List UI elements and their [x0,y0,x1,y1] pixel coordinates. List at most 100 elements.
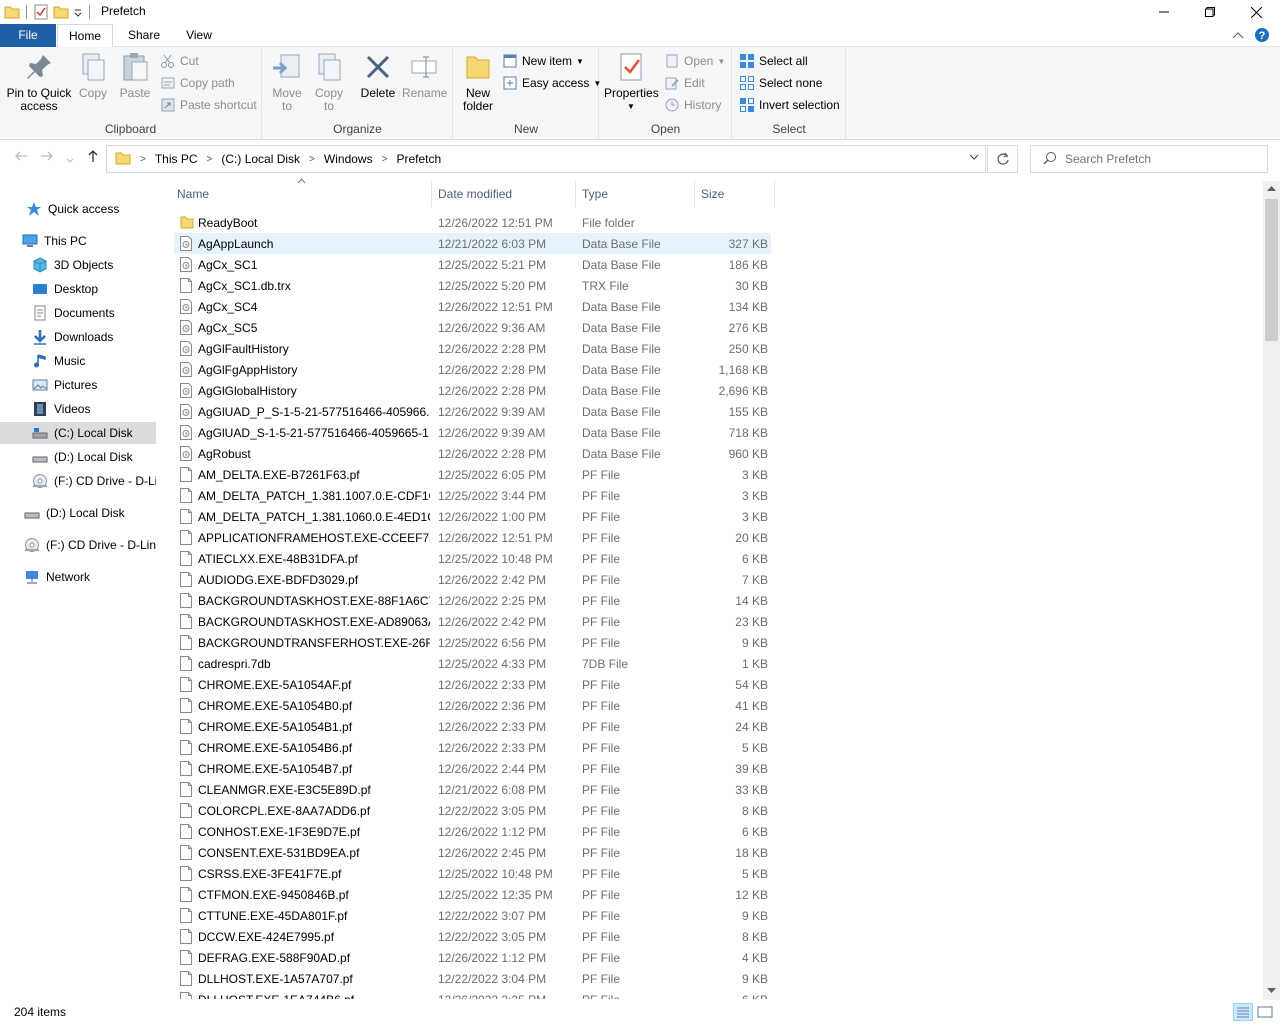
file-row[interactable]: BACKGROUNDTASKHOST.EXE-AD89063A.... 12/26… [174,611,771,632]
column-header-type[interactable]: Type [576,181,695,207]
nav-d-drive-root[interactable]: (D:) Local Disk [0,502,156,524]
search-box[interactable] [1030,145,1268,173]
refresh-button[interactable] [987,145,1018,173]
copy-button[interactable]: Copy [74,51,112,100]
nav-d-drive[interactable]: (D:) Local Disk [0,446,156,468]
help-icon[interactable]: ? [1254,27,1270,46]
recent-locations-chevron-icon[interactable] [66,152,74,168]
nav-f-drive[interactable]: (F:) CD Drive - D-Lir [0,470,156,492]
nav-this-pc[interactable]: This PC [0,230,156,252]
breadcrumb-c-drive[interactable]: (C:) Local Disk [221,152,300,166]
column-header-date[interactable]: Date modified [432,181,576,207]
file-row[interactable]: AUDIODG.EXE-BDFD3029.pf 12/26/2022 2:42 P… [174,569,771,590]
file-row[interactable]: AgGlFaultHistory 12/26/2022 2:28 PM Data B… [174,338,771,359]
properties-button[interactable]: Properties ▼ [604,51,659,113]
file-row[interactable]: AM_DELTA_PATCH_1.381.1007.0.E-CDF1C... 12… [174,485,771,506]
file-row[interactable]: BACKGROUNDTASKHOST.EXE-88F1A6C7.pf 12/26/… [174,590,771,611]
nav-c-drive[interactable]: (C:) Local Disk [0,422,156,444]
open-button[interactable]: Open ▼ [664,51,725,71]
file-row[interactable]: CHROME.EXE-5A1054B0.pf 12/26/2022 2:36 PM… [174,695,771,716]
new-folder-button[interactable]: New folder [460,51,496,113]
collapse-ribbon-icon[interactable] [1232,30,1244,44]
cut-button[interactable]: Cut [160,51,199,71]
file-row[interactable]: APPLICATIONFRAMEHOST.EXE-CCEEF75... 12/26… [174,527,771,548]
copy-path-button[interactable]: Copy path [160,73,235,93]
file-row[interactable]: DCCW.EXE-424E7995.pf 12/22/2022 3:05 PM PF… [174,926,771,947]
tab-file[interactable]: File [0,24,56,47]
file-row[interactable]: CONHOST.EXE-1F3E9D7E.pf 12/26/2022 1:12 P… [174,821,771,842]
new-item-button[interactable]: New item ▼ [502,51,584,71]
details-view-button[interactable] [1233,1003,1253,1021]
history-button[interactable]: History [664,95,721,115]
nav-pictures[interactable]: Pictures [0,374,156,396]
search-input[interactable] [1065,152,1255,166]
vertical-scrollbar[interactable] [1263,181,1280,1000]
column-header-name[interactable]: Name [171,181,432,207]
copy-to-button[interactable]: Copy to [311,51,347,113]
address-bar[interactable]: > This PC > (C:) Local Disk > Windows > … [106,145,986,173]
file-row[interactable]: CONSENT.EXE-531BD9EA.pf 12/26/2022 2:45 P… [174,842,771,863]
chevron-right-icon[interactable]: > [382,154,388,165]
file-row[interactable]: DLLHOST.EXE-1A57A707.pf 12/22/2022 3:04 P… [174,968,771,989]
file-row[interactable]: AgGlUAD_S-1-5-21-577516466-4059665-1... 1… [174,422,771,443]
breadcrumb-prefetch[interactable]: Prefetch [396,152,441,166]
file-row[interactable]: CHROME.EXE-5A1054B6.pf 12/26/2022 2:33 PM… [174,737,771,758]
file-row[interactable]: DLLHOST.EXE-1EA744B6.pf 12/26/2022 2:25 P… [174,989,771,999]
file-row[interactable]: AgCx_SC1.db.trx 12/25/2022 5:20 PM TRX Fil… [174,275,771,296]
file-row[interactable]: CHROME.EXE-5A1054AF.pf 12/26/2022 2:33 PM… [174,674,771,695]
paste-button[interactable]: Paste [116,51,154,100]
file-row[interactable]: CSRSS.EXE-3FE41F7E.pf 12/25/2022 10:48 PM… [174,863,771,884]
file-row[interactable]: BACKGROUNDTRANSFERHOST.EXE-26FD... 12/25/… [174,632,771,653]
move-to-button[interactable]: Move to [269,51,305,113]
column-header-size[interactable]: Size [695,181,775,207]
file-row[interactable]: CTTUNE.EXE-45DA801F.pf 12/22/2022 3:07 PM… [174,905,771,926]
file-row[interactable]: COLORCPL.EXE-8AA7ADD6.pf 12/22/2022 3:05 … [174,800,771,821]
file-row[interactable]: AgGlUAD_P_S-1-5-21-577516466-405966... 12… [174,401,771,422]
easy-access-button[interactable]: Easy access ▼ [502,73,601,93]
file-row[interactable]: AgCx_SC5 12/26/2022 9:36 AM Data Base File… [174,317,771,338]
file-row[interactable]: ATIECLXX.EXE-48B31DFA.pf 12/25/2022 10:48… [174,548,771,569]
file-row[interactable]: cadrespri.7db 12/25/2022 4:33 PM 7DB File 1… [174,653,771,674]
nav-f-drive-root[interactable]: (F:) CD Drive - D-Link [0,534,156,556]
scrollbar-thumb[interactable] [1265,199,1278,341]
file-row[interactable]: AgCx_SC1 12/25/2022 5:21 PM Data Base File… [174,254,771,275]
file-row[interactable]: AgCx_SC4 12/26/2022 12:51 PM Data Base Fil… [174,296,771,317]
file-row[interactable]: CTFMON.EXE-9450846B.pf 12/25/2022 12:35 P… [174,884,771,905]
tab-view[interactable]: View [176,24,222,47]
customize-qat-chevron-icon[interactable] [73,4,83,20]
file-row[interactable]: CLEANMGR.EXE-E3C5E89D.pf 12/21/2022 6:08 … [174,779,771,800]
up-arrow-icon[interactable] [86,149,100,166]
delete-button[interactable]: Delete [359,51,397,100]
rename-button[interactable]: Rename [402,51,447,100]
tab-home[interactable]: Home [57,24,113,48]
select-all-button[interactable]: Select all [739,51,808,71]
paste-shortcut-button[interactable]: Paste shortcut [160,95,257,115]
nav-music[interactable]: Music [0,350,156,372]
nav-documents[interactable]: Documents [0,302,156,324]
scroll-up-arrow-icon[interactable] [1263,181,1280,198]
file-row[interactable]: AgGlFgAppHistory 12/26/2022 2:28 PM Data B… [174,359,771,380]
file-row[interactable]: AM_DELTA.EXE-B7261F63.pf 12/25/2022 6:05 … [174,464,771,485]
close-button[interactable] [1233,0,1279,24]
nav-videos[interactable]: Videos [0,398,156,420]
back-arrow-icon[interactable] [14,149,28,166]
file-row[interactable]: AgRobust 12/26/2022 2:28 PM Data Base File… [174,443,771,464]
breadcrumb-this-pc[interactable]: This PC [155,152,198,166]
chevron-right-icon[interactable]: > [207,154,213,165]
nav-network[interactable]: Network [0,566,156,588]
minimize-button[interactable] [1141,0,1187,24]
file-row[interactable]: DEFRAG.EXE-588F90AD.pf 12/26/2022 1:12 PM… [174,947,771,968]
file-row[interactable]: AgGlGlobalHistory 12/26/2022 2:28 PM Data … [174,380,771,401]
chevron-right-icon[interactable]: > [140,154,146,165]
new-folder-qat-icon[interactable] [53,4,69,20]
file-row[interactable]: ReadyBoot 12/26/2022 12:51 PM File folder [174,212,771,233]
file-row[interactable]: AgAppLaunch 12/21/2022 6:03 PM Data Base F… [174,233,771,254]
chevron-right-icon[interactable]: > [309,154,315,165]
tab-share[interactable]: Share [118,24,170,47]
file-row[interactable]: AM_DELTA_PATCH_1.381.1060.0.E-4ED1C... 12… [174,506,771,527]
scroll-down-arrow-icon[interactable] [1263,983,1280,1000]
large-icons-view-button[interactable] [1255,1003,1275,1021]
nav-quick-access[interactable]: Quick access [0,198,156,220]
nav-downloads[interactable]: Downloads [0,326,156,348]
breadcrumb-windows[interactable]: Windows [324,152,373,166]
